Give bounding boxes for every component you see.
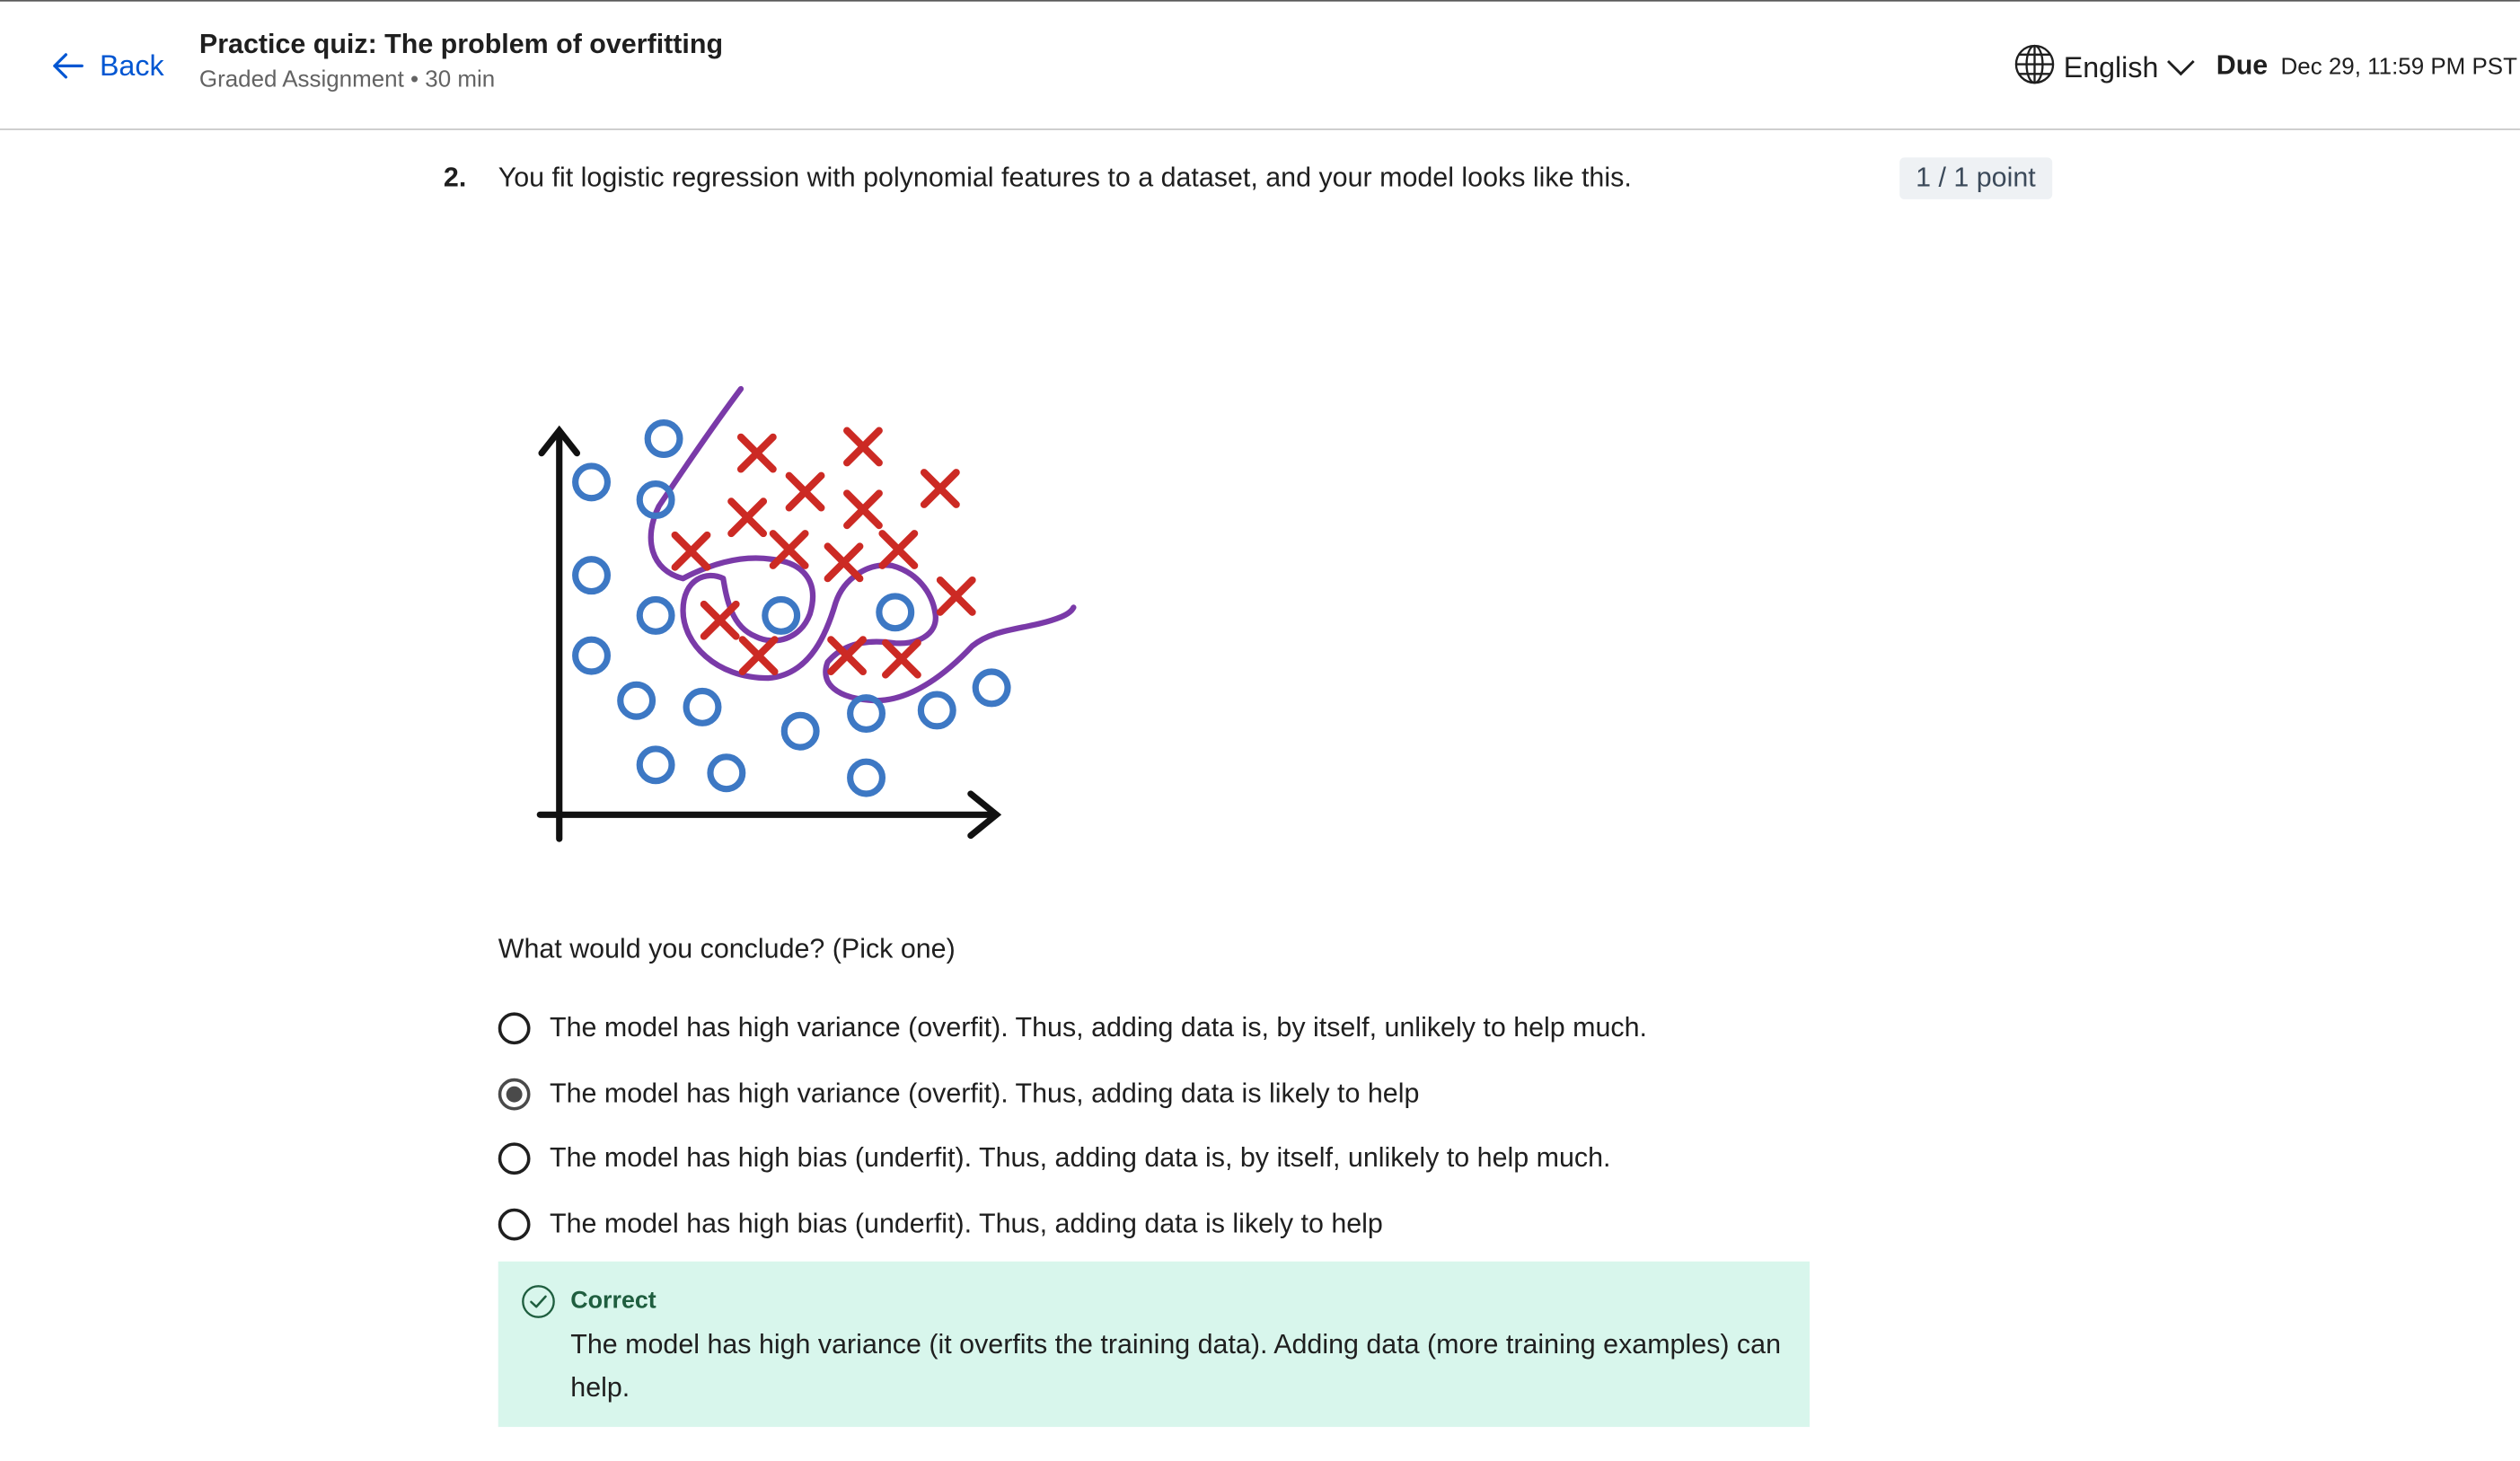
- answer-option-1[interactable]: The model has high variance (overfit). T…: [495, 996, 1647, 1061]
- header-bar: Back Practice quiz: The problem of overf…: [0, 1, 2520, 130]
- answer-option-2[interactable]: The model has high variance (overfit). T…: [495, 1061, 1647, 1126]
- answer-option-label: The model has high bias (underfit). Thus…: [550, 1208, 1383, 1239]
- feedback-box: Correct The model has high variance (it …: [498, 1261, 1810, 1428]
- answer-option-label: The model has high variance (overfit). T…: [550, 1012, 1648, 1043]
- feedback-text: The model has high variance (it overfits…: [570, 1328, 1781, 1404]
- radio-button[interactable]: [498, 1208, 531, 1241]
- answer-option-3[interactable]: The model has high bias (underfit). Thus…: [495, 1126, 1647, 1191]
- due-date: Due Dec 29, 11:59 PM PST: [2216, 49, 2517, 82]
- answer-option-4[interactable]: The model has high bias (underfit). Thus…: [495, 1192, 1647, 1256]
- title-block: Practice quiz: The problem of overfittin…: [199, 29, 723, 93]
- radio-button[interactable]: [498, 1012, 531, 1045]
- overfit-plot-illustration: [536, 385, 1077, 842]
- language-label: English: [2063, 51, 2159, 84]
- page-subtitle: Graded Assignment • 30 min: [198, 67, 496, 93]
- quiz-page: Back Practice quiz: The problem of overf…: [0, 0, 2520, 1461]
- globe-icon: [2013, 43, 2056, 92]
- check-circle-icon: [521, 1284, 556, 1327]
- language-selector[interactable]: English: [2013, 43, 2195, 92]
- answer-option-label: The model has high variance (overfit). T…: [550, 1078, 1420, 1109]
- radio-button[interactable]: [498, 1142, 531, 1175]
- due-label: Due: [2216, 49, 2269, 81]
- question-prompt: What would you conclude? (Pick one): [498, 933, 956, 964]
- question-text: You fit logistic regression with polynom…: [498, 162, 1632, 193]
- chevron-down-icon: [2166, 51, 2195, 85]
- answer-options: The model has high variance (overfit). T…: [495, 996, 1647, 1256]
- page-title: Practice quiz: The problem of overfittin…: [198, 29, 724, 60]
- back-button[interactable]: Back: [48, 45, 164, 87]
- question-figure: [524, 373, 1086, 855]
- back-label: Back: [99, 48, 164, 82]
- question-number: 2.: [443, 162, 467, 193]
- radio-button-selected[interactable]: [498, 1078, 531, 1111]
- points-badge: 1 / 1 point: [1899, 157, 2052, 199]
- arrow-left-icon: [48, 47, 87, 85]
- due-value: Dec 29, 11:59 PM PST: [2280, 54, 2517, 81]
- feedback-status: Correct: [570, 1287, 656, 1315]
- answer-option-label: The model has high bias (underfit). Thus…: [550, 1142, 1611, 1174]
